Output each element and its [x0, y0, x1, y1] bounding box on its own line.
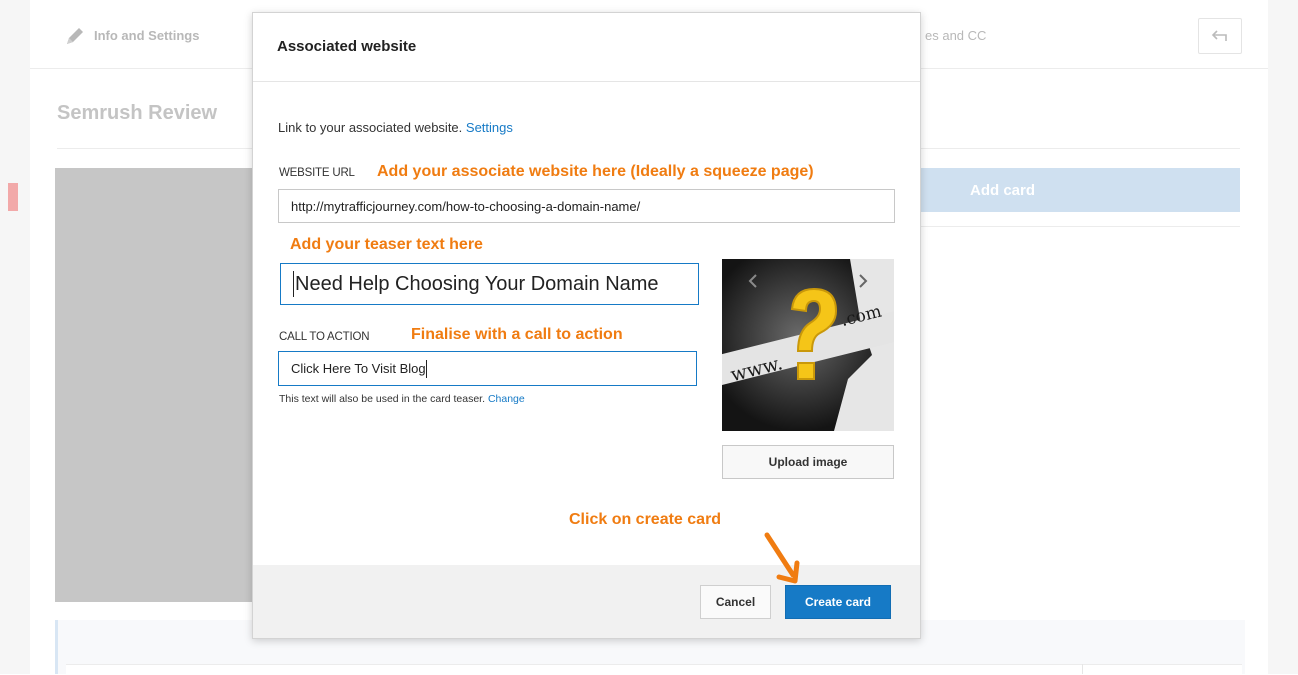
annotation-teaser: Add your teaser text here [290, 236, 483, 253]
tab-subtitles-and-cc[interactable]: es and CC [925, 28, 986, 43]
create-card-button[interactable]: Create card [785, 585, 891, 619]
annotation-cta: Finalise with a call to action [411, 326, 623, 343]
helper-label: This text will also be used in the card … [279, 393, 486, 405]
website-url-label: WEBSITE URL [279, 167, 355, 179]
side-marker [8, 183, 18, 211]
back-arrow-icon [1211, 30, 1227, 41]
timeline-track [66, 664, 1242, 675]
intro-label: Link to your associated website. [278, 120, 463, 135]
add-card-divider [918, 226, 1240, 227]
cta-helper-text: This text will also be used in the card … [279, 393, 525, 405]
right-gutter [1268, 0, 1298, 674]
video-title: Semrush Review [57, 102, 218, 124]
add-card-label: Add card [970, 182, 1036, 199]
call-to-action-label: CALL TO ACTION [279, 331, 370, 343]
associated-website-dialog: Associated website Link to your associat… [252, 12, 921, 639]
website-url-input[interactable]: http://mytrafficjourney.com/how-to-choos… [278, 189, 895, 223]
cta-value: Click Here To Visit Blog [291, 361, 426, 376]
text-cursor [425, 359, 427, 378]
text-cursor [293, 271, 294, 297]
video-preview [55, 168, 255, 602]
teaser-value: Need Help Choosing Your Domain Name [295, 272, 659, 295]
settings-link[interactable]: Settings [466, 120, 513, 135]
annotation-create-card: Click on create card [569, 511, 722, 528]
annotation-arrow-icon [764, 532, 800, 584]
call-to-action-input[interactable]: Click Here To Visit Blog [278, 351, 697, 386]
pencil-icon [67, 28, 83, 44]
teaser-text-input[interactable]: Need Help Choosing Your Domain Name [280, 263, 699, 305]
website-url-value: http://mytrafficjourney.com/how-to-choos… [291, 198, 641, 214]
change-link[interactable]: Change [488, 393, 525, 405]
dialog-header: Associated website [253, 13, 920, 82]
intro-text: Link to your associated website. Setting… [278, 120, 513, 135]
website-thumbnail: www. .com [722, 259, 894, 431]
left-gutter [0, 0, 30, 674]
timeline-divider [1082, 664, 1083, 674]
tab-info-and-settings[interactable]: Info and Settings [94, 28, 199, 43]
thumbnail-image: www. .com [722, 259, 894, 431]
dialog-footer: Cancel Create card [253, 565, 920, 638]
cancel-button[interactable]: Cancel [700, 585, 771, 619]
add-card-button[interactable]: Add card [918, 168, 1240, 212]
upload-image-button[interactable]: Upload image [722, 445, 894, 479]
dialog-title: Associated website [277, 38, 417, 55]
annotation-website: Add your associate website here (Ideally… [377, 163, 814, 180]
back-button[interactable] [1198, 18, 1242, 54]
